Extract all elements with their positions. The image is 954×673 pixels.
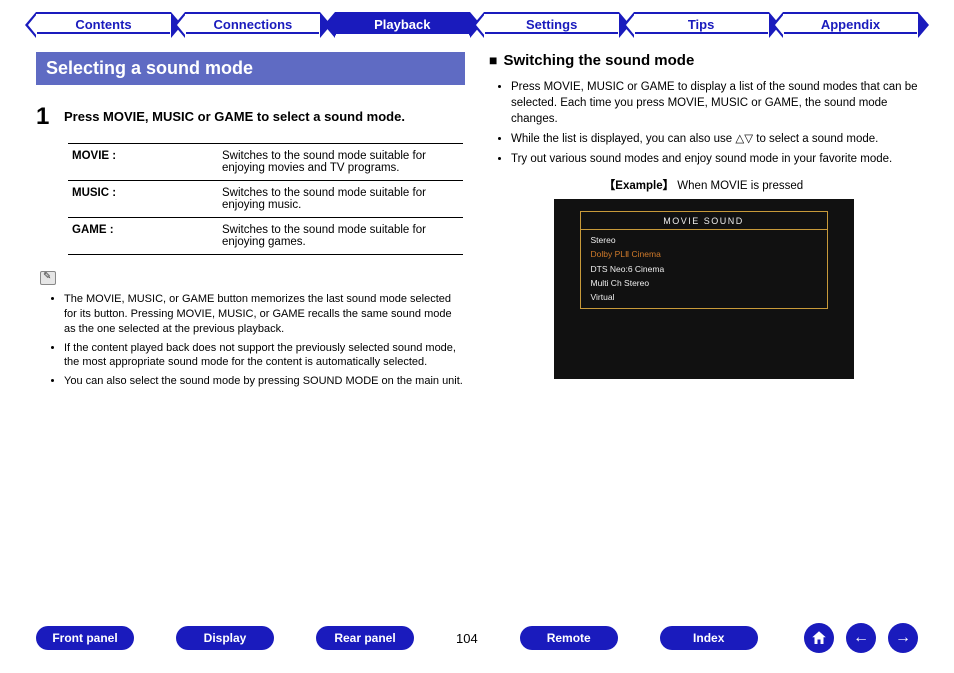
arrow-right-icon: → — [895, 629, 911, 647]
note-item: If the content played back does not supp… — [64, 341, 465, 371]
top-tabs: Contents Connections Playback Settings T… — [0, 12, 954, 34]
page-number: 104 — [456, 631, 478, 646]
notes-list: The MOVIE, MUSIC, or GAME button memoriz… — [36, 292, 465, 389]
tab-tips[interactable]: Tips — [634, 12, 769, 34]
table-row: GAME :Switches to the sound mode suitabl… — [68, 218, 463, 255]
table-row: MOVIE :Switches to the sound mode suitab… — [68, 144, 463, 181]
note-item: You can also select the sound mode by pr… — [64, 374, 465, 389]
rear-panel-button[interactable]: Rear panel — [316, 626, 414, 650]
bullet-item: While the list is displayed, you can als… — [511, 131, 918, 147]
bullet-item: Try out various sound modes and enjoy so… — [511, 151, 918, 167]
step-instruction: Press MOVIE, MUSIC or GAME to select a s… — [64, 103, 405, 131]
example-screen: MOVIE SOUND Stereo Dolby PLⅡ Cinema DTS … — [554, 199, 854, 379]
tab-appendix[interactable]: Appendix — [783, 12, 918, 34]
screen-item: DTS Neo:6 Cinema — [581, 262, 827, 276]
next-page-icon[interactable]: → — [888, 623, 918, 653]
example-label: 【Example】 When MOVIE is pressed — [489, 177, 918, 193]
step-number: 1 — [36, 103, 64, 131]
note-icon — [40, 271, 56, 285]
note-item: The MOVIE, MUSIC, or GAME button memoriz… — [64, 292, 465, 337]
bullet-list: Press MOVIE, MUSIC or GAME to display a … — [489, 79, 918, 167]
remote-button[interactable]: Remote — [520, 626, 618, 650]
square-bullet-icon: ■ — [489, 52, 497, 68]
section-heading: Selecting a sound mode — [36, 52, 465, 85]
sound-mode-table: MOVIE :Switches to the sound mode suitab… — [68, 143, 463, 255]
table-row: MUSIC :Switches to the sound mode suitab… — [68, 181, 463, 218]
screen-item: Virtual — [581, 290, 827, 304]
arrow-left-icon: ← — [853, 629, 869, 647]
screen-item-selected: Dolby PLⅡ Cinema — [581, 247, 827, 262]
tab-playback[interactable]: Playback — [335, 12, 470, 34]
screen-item: Stereo — [581, 233, 827, 247]
prev-page-icon[interactable]: ← — [846, 623, 876, 653]
index-button[interactable]: Index — [660, 626, 758, 650]
screen-item: Multi Ch Stereo — [581, 276, 827, 290]
screen-title: MOVIE SOUND — [581, 216, 827, 230]
tab-contents[interactable]: Contents — [36, 12, 171, 34]
display-button[interactable]: Display — [176, 626, 274, 650]
subsection-heading: ■Switching the sound mode — [489, 52, 918, 69]
home-icon[interactable] — [804, 623, 834, 653]
bottom-bar: Front panel Display Rear panel 104 Remot… — [0, 623, 954, 653]
tab-settings[interactable]: Settings — [484, 12, 619, 34]
bullet-item: Press MOVIE, MUSIC or GAME to display a … — [511, 79, 918, 127]
front-panel-button[interactable]: Front panel — [36, 626, 134, 650]
tab-connections[interactable]: Connections — [185, 12, 320, 34]
